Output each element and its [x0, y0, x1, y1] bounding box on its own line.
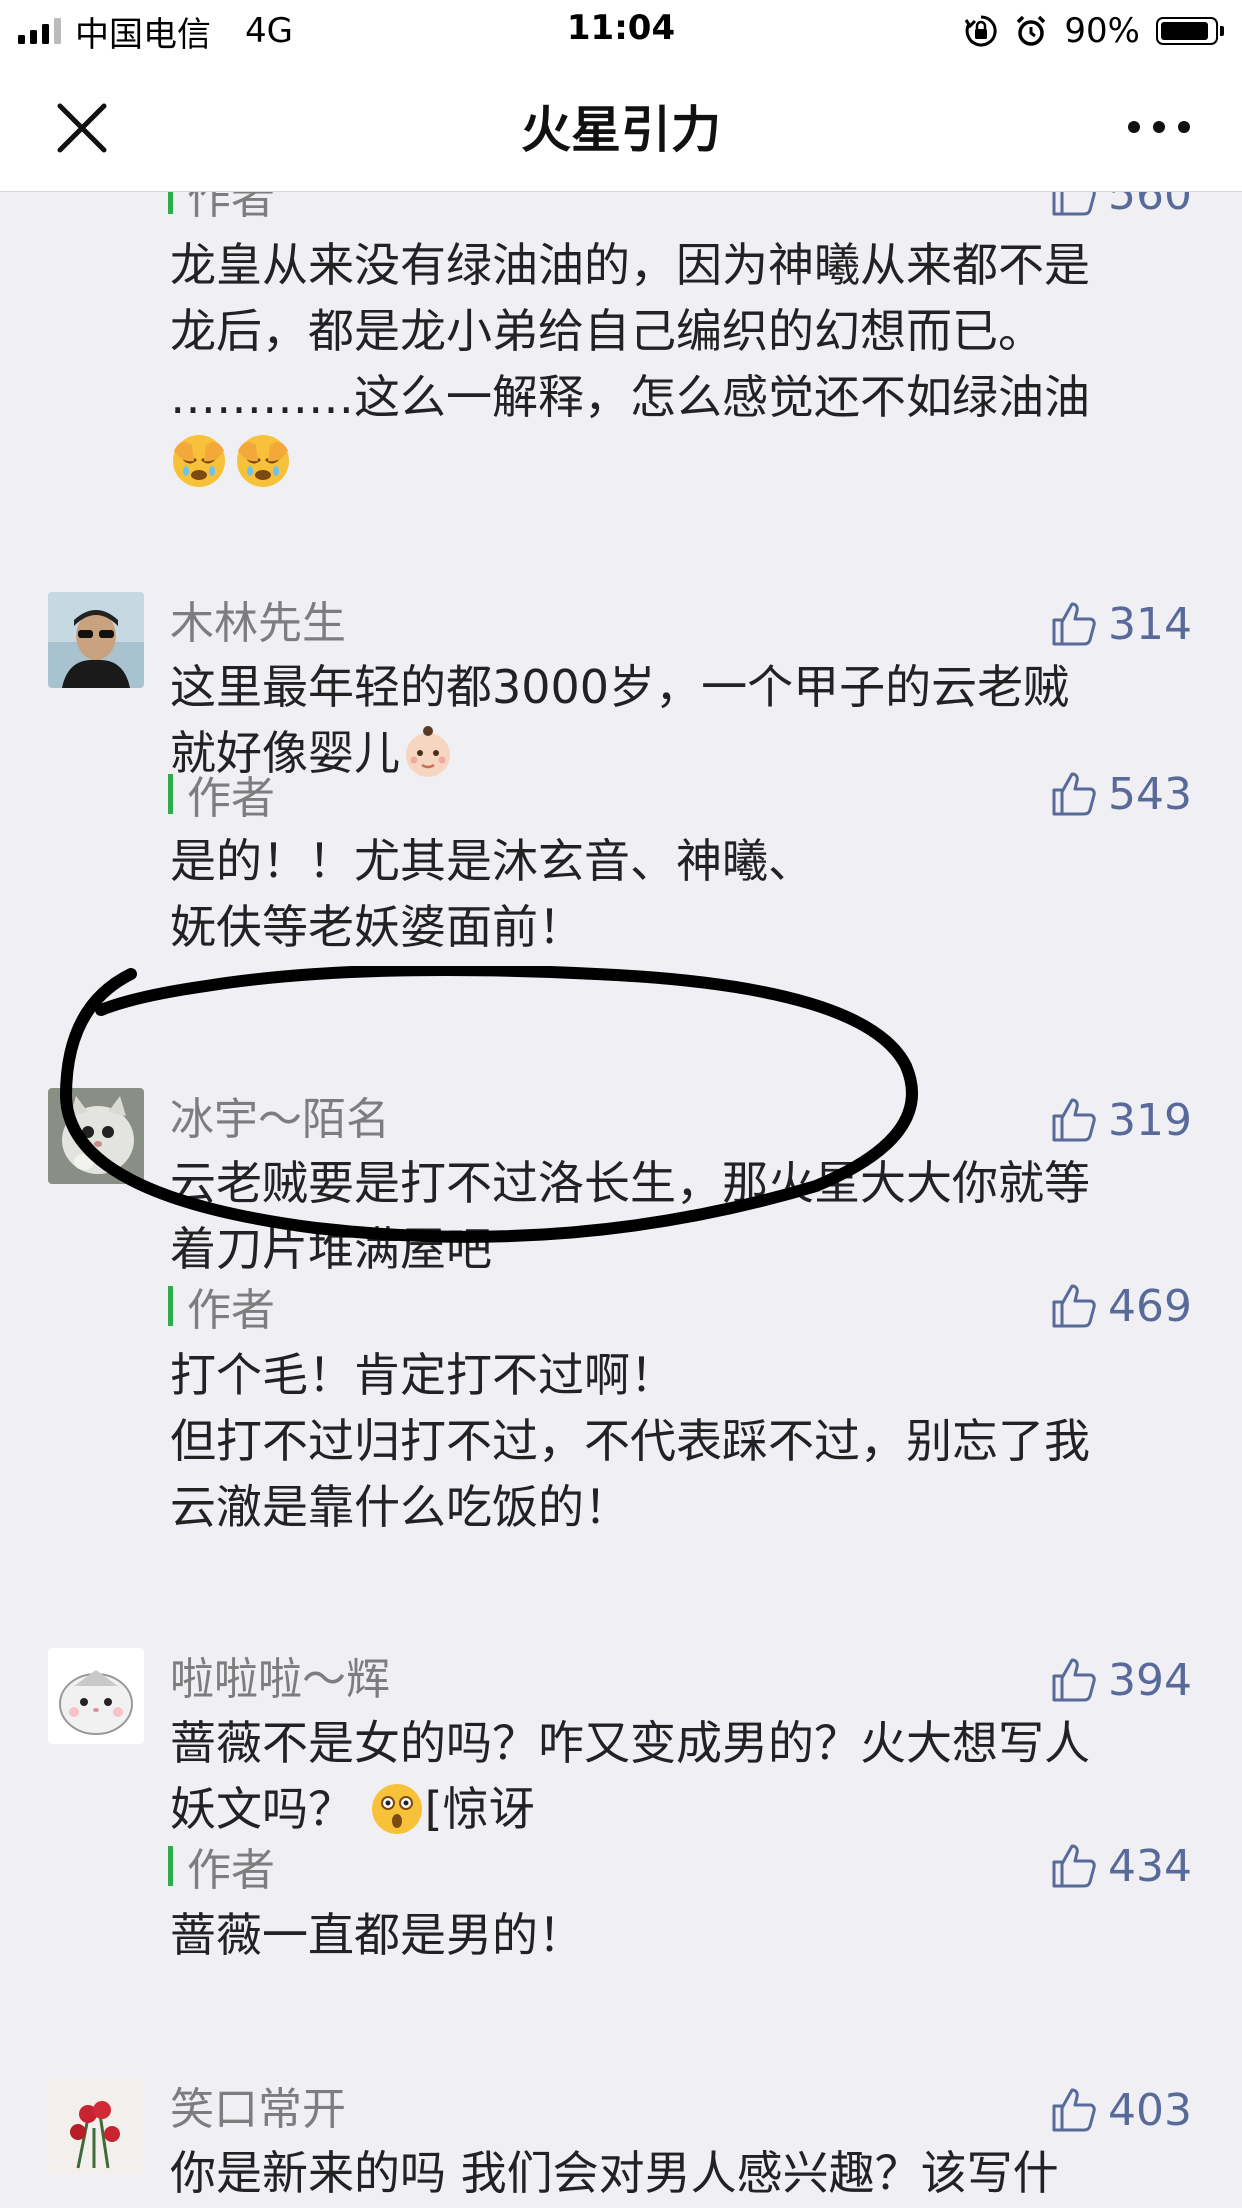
text-line: 是的！！尤其是沐玄音、神曦、	[170, 834, 814, 888]
comment-author-name[interactable]: 木林先生	[170, 594, 346, 654]
like-count: 434	[1108, 1840, 1192, 1892]
like-count: 319	[1108, 1094, 1192, 1146]
status-bar: 中国电信 4G 11:04 90%	[0, 0, 1242, 62]
avatar[interactable]	[48, 1088, 144, 1184]
thumbs-up-icon	[1052, 772, 1096, 816]
avatar[interactable]	[48, 1648, 144, 1744]
orientation-lock-icon	[965, 15, 998, 47]
thumbs-up-icon	[1052, 1844, 1096, 1888]
roses-photo-icon	[48, 2078, 144, 2174]
text-line: 云老贼要是打不过洛长生，那火星大大你就等	[170, 1156, 1090, 1210]
like-count: 403	[1108, 2084, 1192, 2136]
thumbs-up-icon	[1052, 1284, 1096, 1328]
text-line: …………这么一解释，怎么感觉还不如绿油油	[170, 370, 1090, 424]
thumbs-up-icon	[1052, 602, 1096, 646]
text-suffix: [惊讶	[424, 1782, 535, 1836]
avatar[interactable]	[48, 592, 144, 688]
comment-author-name[interactable]: 啦啦啦～辉	[170, 1650, 390, 1710]
text-line: 你是新来的吗 我们会对男人感兴趣？该写什	[170, 2146, 1059, 2200]
hamster-cartoon-icon	[48, 1648, 144, 1744]
like-count: 469	[1108, 1280, 1192, 1332]
like-count: 560	[1108, 192, 1192, 220]
author-reply-tag: 作者	[168, 1278, 275, 1336]
facepalm-emoji-icon	[237, 435, 289, 487]
status-right: 90%	[964, 8, 1224, 54]
text-line: 蔷薇不是女的吗？咋又变成男的？火大想写人	[170, 1716, 1090, 1770]
author-reply-tag: 作者	[168, 192, 275, 224]
cat-photo-icon	[48, 1088, 144, 1184]
author-tag-label: 作者	[187, 1285, 275, 1336]
text-line: 这里最年轻的都3000岁，一个甲子的云老贼	[170, 660, 1070, 714]
text-line: 打个毛！肯定打不过啊！	[170, 1348, 676, 1402]
reply-like-button[interactable]: 543	[1048, 764, 1192, 824]
navigation-bar: 火星引力	[0, 62, 1242, 192]
comment-text: 蔷薇不是女的吗？咋又变成男的？火大想写人 妖文吗？ [惊讶	[170, 1710, 1190, 1842]
reply-like-button[interactable]: 469	[1048, 1276, 1192, 1336]
comment-like-button[interactable]: 314	[1048, 594, 1192, 654]
thumbs-up-icon	[1052, 192, 1096, 216]
text-line: 妖文吗？	[170, 1782, 354, 1836]
page-title: 火星引力	[521, 101, 721, 159]
text-line: 云澈是靠什么吃饭的！	[170, 1480, 630, 1534]
battery-percent: 90%	[1064, 11, 1140, 51]
author-tag-label: 作者	[187, 1845, 275, 1896]
author-tag-label: 作者	[187, 192, 275, 224]
battery-icon	[1156, 17, 1224, 45]
reply-like-button[interactable]: 434	[1048, 1836, 1192, 1896]
reply-like-button[interactable]: 560	[1048, 192, 1192, 224]
text-line: 但打不过归打不过，不代表踩不过，别忘了我	[170, 1414, 1090, 1468]
like-count: 543	[1108, 768, 1192, 820]
author-reply-tag: 作者	[168, 1838, 275, 1896]
thumbs-up-icon	[1052, 2088, 1096, 2132]
thumbs-up-icon	[1052, 1098, 1096, 1142]
surprised-emoji-icon	[371, 1784, 422, 1834]
reply-text: 龙皇从来没有绿油油的，因为神曦从来都不是 龙后，都是龙小弟给自己编织的幻想而已。…	[170, 232, 1190, 496]
author-tag-label: 作者	[187, 773, 275, 824]
thumbs-up-icon	[1052, 1658, 1096, 1702]
comment-like-button[interactable]: 403	[1048, 2080, 1192, 2140]
comment-text: 这里最年轻的都3000岁，一个甲子的云老贼 就好像婴儿	[170, 654, 1190, 786]
reply-text: 打个毛！肯定打不过啊！ 但打不过归打不过，不代表踩不过，别忘了我 云澈是靠什么吃…	[170, 1342, 1190, 1540]
text-line: 蔷薇一直都是男的！	[170, 1908, 584, 1962]
comment-text: 云老贼要是打不过洛长生，那火星大大你就等 着刀片堆满屋吧	[170, 1150, 1190, 1282]
comment-author-name[interactable]: 冰宇～陌名	[170, 1090, 390, 1150]
text-line: 龙皇从来没有绿油油的，因为神曦从来都不是	[170, 238, 1090, 292]
comment-list[interactable]: 作者 560 龙皇从来没有绿油油的，因为神曦从来都不是 龙后，都是龙小弟给自己编…	[0, 192, 1242, 2208]
comment-like-button[interactable]: 319	[1048, 1090, 1192, 1150]
avatar[interactable]	[48, 2078, 144, 2174]
text-line: 龙后，都是龙小弟给自己编织的幻想而已。	[170, 304, 1044, 358]
comment-like-button[interactable]: 394	[1048, 1650, 1192, 1710]
comment-text: 你是新来的吗 我们会对男人感兴趣？该写什	[170, 2140, 1190, 2206]
reply-text: 是的！！尤其是沐玄音、神曦、 妩伕等老妖婆面前！	[170, 828, 1190, 960]
like-count: 314	[1108, 598, 1192, 650]
facepalm-emoji-icon	[173, 435, 225, 487]
text-line: 着刀片堆满屋吧	[170, 1222, 492, 1276]
baby-emoji-icon	[406, 726, 450, 777]
like-count: 394	[1108, 1654, 1192, 1706]
more-options-icon[interactable]	[1124, 110, 1194, 144]
user-photo-icon	[48, 592, 144, 688]
alarm-icon	[1017, 15, 1046, 46]
comment-author-name[interactable]: 笑口常开	[170, 2080, 346, 2140]
reply-text: 蔷薇一直都是男的！	[170, 1902, 1190, 1968]
text-line: 妩伕等老妖婆面前！	[170, 900, 584, 954]
author-reply-tag: 作者	[168, 766, 275, 824]
